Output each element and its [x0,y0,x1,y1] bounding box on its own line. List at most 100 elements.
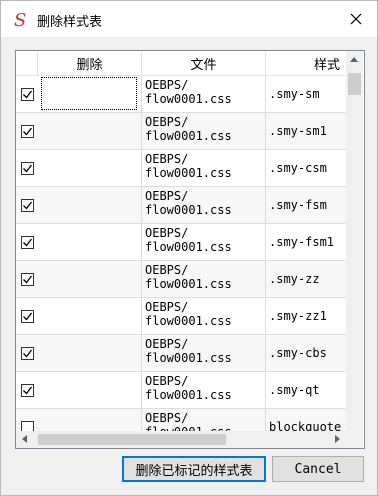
delete-cell[interactable] [38,113,142,149]
window-title: 删除样式表 [37,15,103,30]
checkmark-icon [23,275,33,284]
delete-cell[interactable] [38,372,142,408]
delete-marked-button[interactable]: 删除已标记的样式表 [122,456,266,482]
sigil-s-icon: S [11,9,31,31]
close-button[interactable] [343,7,369,31]
delete-cell[interactable] [38,76,142,112]
delete-cell[interactable] [38,298,142,334]
file-cell[interactable]: OEBPS/flow0001.css [142,113,266,149]
style-cell[interactable]: .smy-sm1 [266,113,346,149]
file-cell[interactable]: OEBPS/flow0001.css [142,76,266,112]
file-path-name: flow0001.css [145,314,232,328]
row-checkbox[interactable] [21,162,34,175]
checkmark-icon [23,201,33,210]
file-path-dir: OEBPS/ [145,411,189,425]
scrollbar-corner [346,431,363,448]
checkmark-icon [23,386,33,395]
file-cell[interactable]: OEBPS/flow0001.css [142,409,266,431]
file-cell[interactable]: OEBPS/flow0001.css [142,298,266,334]
table-row[interactable]: OEBPS/flow0001.css .smy-fsm1 [16,224,346,261]
file-path-name: flow0001.css [145,277,232,291]
scroll-right-arrow-icon[interactable] [335,435,340,443]
scroll-left-arrow-icon[interactable] [22,435,27,443]
table-row[interactable]: OEBPS/flow0001.css .smy-csm [16,150,346,187]
file-cell[interactable]: OEBPS/flow0001.css [142,150,266,186]
table-row[interactable]: OEBPS/flow0001.css .smy-qt [16,372,346,409]
file-path-name: flow0001.css [145,129,232,143]
row-checkbox[interactable] [21,88,34,101]
column-header-file[interactable]: 文件 [142,51,266,76]
delete-cell[interactable] [38,261,142,297]
table-row[interactable]: OEBPS/flow0001.css .smy-sm1 [16,113,346,150]
row-checkbox[interactable] [21,421,34,431]
table-row[interactable]: OEBPS/flow0001.css .smy-cbs [16,335,346,372]
horizontal-scroll-thumb[interactable] [38,434,226,445]
style-cell[interactable]: .smy-csm [266,150,346,186]
vertical-scrollbar[interactable] [346,51,363,431]
close-icon [350,13,362,25]
table-row[interactable]: OEBPS/flow0001.cssblockquote [16,409,346,431]
checkmark-icon [23,312,33,321]
file-path-name: flow0001.css [145,240,232,254]
style-cell[interactable]: .smy-zz1 [266,298,346,334]
table-row[interactable]: OEBPS/flow0001.css .smy-zz1 [16,298,346,335]
focus-rectangle [41,77,137,110]
header-corner [16,51,38,76]
delete-cell[interactable] [38,224,142,260]
title-bar: S 删除样式表 [1,1,377,37]
file-cell[interactable]: OEBPS/flow0001.css [142,224,266,260]
delete-cell[interactable] [38,409,142,431]
table-row[interactable]: OEBPS/flow0001.css .smy-sm [16,76,346,113]
column-header-delete[interactable]: 删除 [38,51,142,76]
file-path-dir: OEBPS/ [145,337,189,351]
horizontal-scrollbar[interactable] [16,431,346,448]
table-row[interactable]: OEBPS/flow0001.css .smy-fsm [16,187,346,224]
file-cell[interactable]: OEBPS/flow0001.css [142,372,266,408]
row-checkbox[interactable] [21,384,34,397]
file-path-dir: OEBPS/ [145,152,189,166]
style-cell[interactable]: .smy-qt [266,372,346,408]
file-path-name: flow0001.css [145,92,232,106]
checkmark-icon [23,349,33,358]
file-cell[interactable]: OEBPS/flow0001.css [142,187,266,223]
scroll-up-arrow-icon[interactable] [350,57,358,62]
file-path-name: flow0001.css [145,203,232,217]
file-path-dir: OEBPS/ [145,115,189,129]
file-path-dir: OEBPS/ [145,374,189,388]
row-checkbox[interactable] [21,310,34,323]
file-path-name: flow0001.css [145,388,232,402]
checkmark-icon [23,127,33,136]
checkmark-icon [23,164,33,173]
stylesheet-table: 删除 文件 样式 OEBPS/flow0001.css .smy-sm OEBPS/… [15,50,365,449]
vertical-scroll-thumb[interactable] [348,73,361,95]
row-checkbox[interactable] [21,347,34,360]
file-path-dir: OEBPS/ [145,300,189,314]
file-path-dir: OEBPS/ [145,226,189,240]
file-path-dir: OEBPS/ [145,78,189,92]
style-cell[interactable]: .smy-zz [266,261,346,297]
svg-text:S: S [14,10,26,29]
delete-stylesheets-dialog: S 删除样式表 删除 文件 样式 OEBPS/flow0001.css .smy-… [0,0,378,496]
style-cell[interactable]: .smy-fsm [266,187,346,223]
checkmark-icon [23,238,33,247]
delete-cell[interactable] [38,187,142,223]
row-checkbox[interactable] [21,236,34,249]
delete-cell[interactable] [38,335,142,371]
file-cell[interactable]: OEBPS/flow0001.css [142,261,266,297]
file-path-dir: OEBPS/ [145,263,189,277]
row-checkbox[interactable] [21,273,34,286]
file-path-name: flow0001.css [145,166,232,180]
delete-cell[interactable] [38,150,142,186]
file-cell[interactable]: OEBPS/flow0001.css [142,335,266,371]
checkmark-icon [23,90,33,99]
column-header-style[interactable]: 样式 [266,51,346,76]
style-cell[interactable]: .smy-fsm1 [266,224,346,260]
row-checkbox[interactable] [21,125,34,138]
row-checkbox[interactable] [21,199,34,212]
style-cell[interactable]: .smy-sm [266,76,346,112]
cancel-button[interactable]: Cancel [272,456,364,482]
style-cell[interactable]: .smy-cbs [266,335,346,371]
file-path-dir: OEBPS/ [145,189,189,203]
table-row[interactable]: OEBPS/flow0001.css .smy-zz [16,261,346,298]
style-cell[interactable]: blockquote [266,409,346,431]
